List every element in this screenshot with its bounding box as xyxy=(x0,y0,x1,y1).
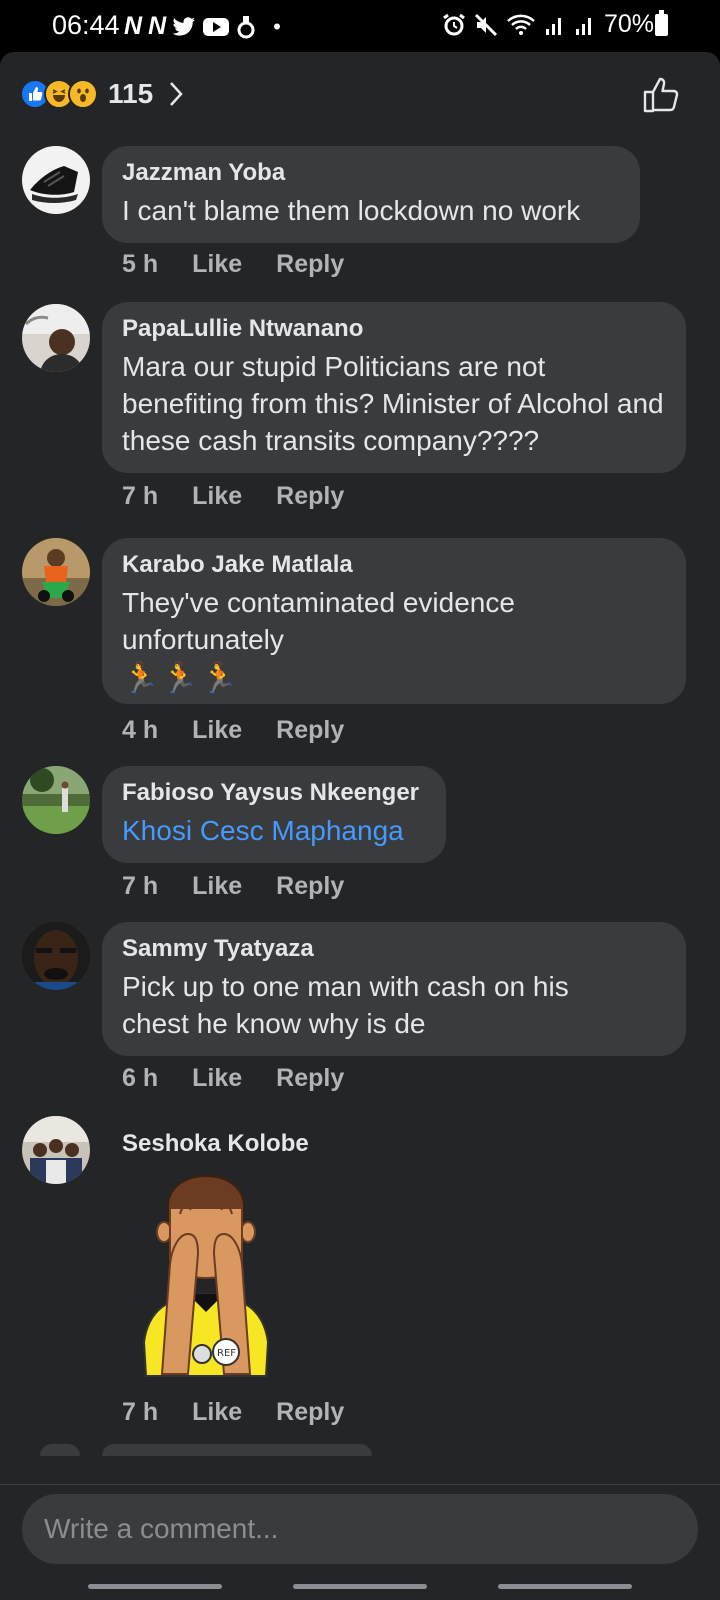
reaction-count: 115 xyxy=(108,78,154,109)
home-gesture[interactable] xyxy=(293,1584,427,1589)
avatar[interactable] xyxy=(22,538,90,606)
comment-actions: 7 h Like Reply xyxy=(122,872,344,901)
comment-bubble[interactable]: Jazzman Yoba I can't blame them lockdown… xyxy=(102,146,640,243)
avatar[interactable] xyxy=(22,146,90,214)
status-time: 06:44 xyxy=(52,10,120,40)
comment-author[interactable]: Seshoka Kolobe xyxy=(122,1130,309,1158)
comment-bubble[interactable]: Karabo Jake Matlala They've contaminated… xyxy=(102,538,686,704)
comment-text: Mara our stupid Politicians are not bene… xyxy=(122,351,664,456)
tagged-person-link[interactable]: Khosi Cesc Maphanga xyxy=(122,812,426,849)
comment-bubble[interactable]: PapaLullie Ntwanano Mara our stupid Poli… xyxy=(102,302,686,473)
more-notifications-dot: • xyxy=(273,13,281,39)
cleaner-icon xyxy=(237,15,255,38)
comments-panel: 115 Jazzman Yoba I can't blame them lock… xyxy=(0,52,720,1558)
alarm-icon xyxy=(443,13,465,35)
reply-link[interactable]: Reply xyxy=(276,872,344,901)
comment-author[interactable]: Karabo Jake Matlala xyxy=(122,550,666,580)
like-thumb-icon[interactable] xyxy=(642,76,680,114)
reactions-summary[interactable]: 115 xyxy=(20,76,185,112)
comment-author[interactable]: PapaLullie Ntwanano xyxy=(122,314,666,344)
wifi-icon xyxy=(507,14,535,35)
recents-gesture[interactable] xyxy=(88,1584,222,1589)
comment-author[interactable]: Sammy Tyatyaza xyxy=(122,934,666,964)
comment-actions: 6 h Like Reply xyxy=(122,1064,344,1093)
battery-icon xyxy=(655,10,668,36)
reply-link[interactable]: Reply xyxy=(276,716,344,745)
comment-author[interactable]: Jazzman Yoba xyxy=(122,158,620,188)
comment-actions: 4 h Like Reply xyxy=(122,716,344,745)
comment-input[interactable] xyxy=(22,1494,698,1564)
comment-text: They've contaminated evidence unfortunat… xyxy=(122,587,515,655)
next-comment-bubble-partial xyxy=(102,1444,372,1456)
twitter-icon xyxy=(172,16,196,36)
comment-time: 5 h xyxy=(122,250,159,278)
like-link[interactable]: Like xyxy=(192,716,242,745)
like-link[interactable]: Like xyxy=(192,1064,242,1093)
avatar[interactable] xyxy=(22,304,90,372)
wow-reaction-icon xyxy=(68,79,98,109)
reply-link[interactable]: Reply xyxy=(276,482,344,511)
comment-text: Pick up to one man with cash on his ches… xyxy=(122,971,569,1039)
facepalm-sticker[interactable]: REF xyxy=(140,1174,272,1382)
system-icons: 70% xyxy=(442,10,654,39)
notification-icons: N N • xyxy=(124,12,281,41)
back-gesture[interactable] xyxy=(498,1584,632,1589)
reply-link[interactable]: Reply xyxy=(276,1398,344,1427)
comment-bubble[interactable]: Sammy Tyatyaza Pick up to one man with c… xyxy=(102,922,686,1056)
navigation-bar xyxy=(0,1578,720,1600)
comment-actions: 5 h Like Reply xyxy=(122,250,344,279)
chevron-right-icon xyxy=(170,82,183,106)
comment-time: 7 h xyxy=(122,872,159,900)
avatar[interactable] xyxy=(22,766,90,834)
comment-time: 6 h xyxy=(122,1064,159,1092)
comment-author[interactable]: Fabioso Yaysus Nkeenger xyxy=(122,778,426,808)
reply-link[interactable]: Reply xyxy=(276,250,344,279)
mute-icon xyxy=(474,13,498,36)
ref-badge-text: REF xyxy=(217,1348,236,1359)
comment-time: 7 h xyxy=(122,1398,159,1426)
battery-percent: 70% xyxy=(603,10,654,38)
comment-actions: 7 h Like Reply xyxy=(122,1398,344,1427)
like-link[interactable]: Like xyxy=(192,1398,242,1427)
like-link[interactable]: Like xyxy=(192,872,242,901)
youtube-icon xyxy=(203,17,230,36)
like-link[interactable]: Like xyxy=(192,482,242,511)
comment-time: 7 h xyxy=(122,482,159,510)
reply-link[interactable]: Reply xyxy=(276,1064,344,1093)
signal-icon-2 xyxy=(575,17,591,35)
like-link[interactable]: Like xyxy=(192,250,242,279)
running-emoji: 🏃🏃🏃 xyxy=(122,662,241,695)
comment-time: 4 h xyxy=(122,716,159,744)
news-app-icon: N xyxy=(124,12,142,40)
comment-text: I can't blame them lockdown no work xyxy=(122,195,581,226)
comment-actions: 7 h Like Reply xyxy=(122,482,344,511)
avatar[interactable] xyxy=(22,1116,90,1184)
comment-bubble[interactable]: Fabioso Yaysus Nkeenger Khosi Cesc Mapha… xyxy=(102,766,446,863)
avatar[interactable] xyxy=(22,922,90,990)
next-comment-avatar-partial xyxy=(40,1444,80,1456)
status-bar: 06:44 N N • 70% xyxy=(0,0,720,52)
news-app-icon-2: N xyxy=(148,12,166,40)
signal-icon xyxy=(545,17,561,35)
